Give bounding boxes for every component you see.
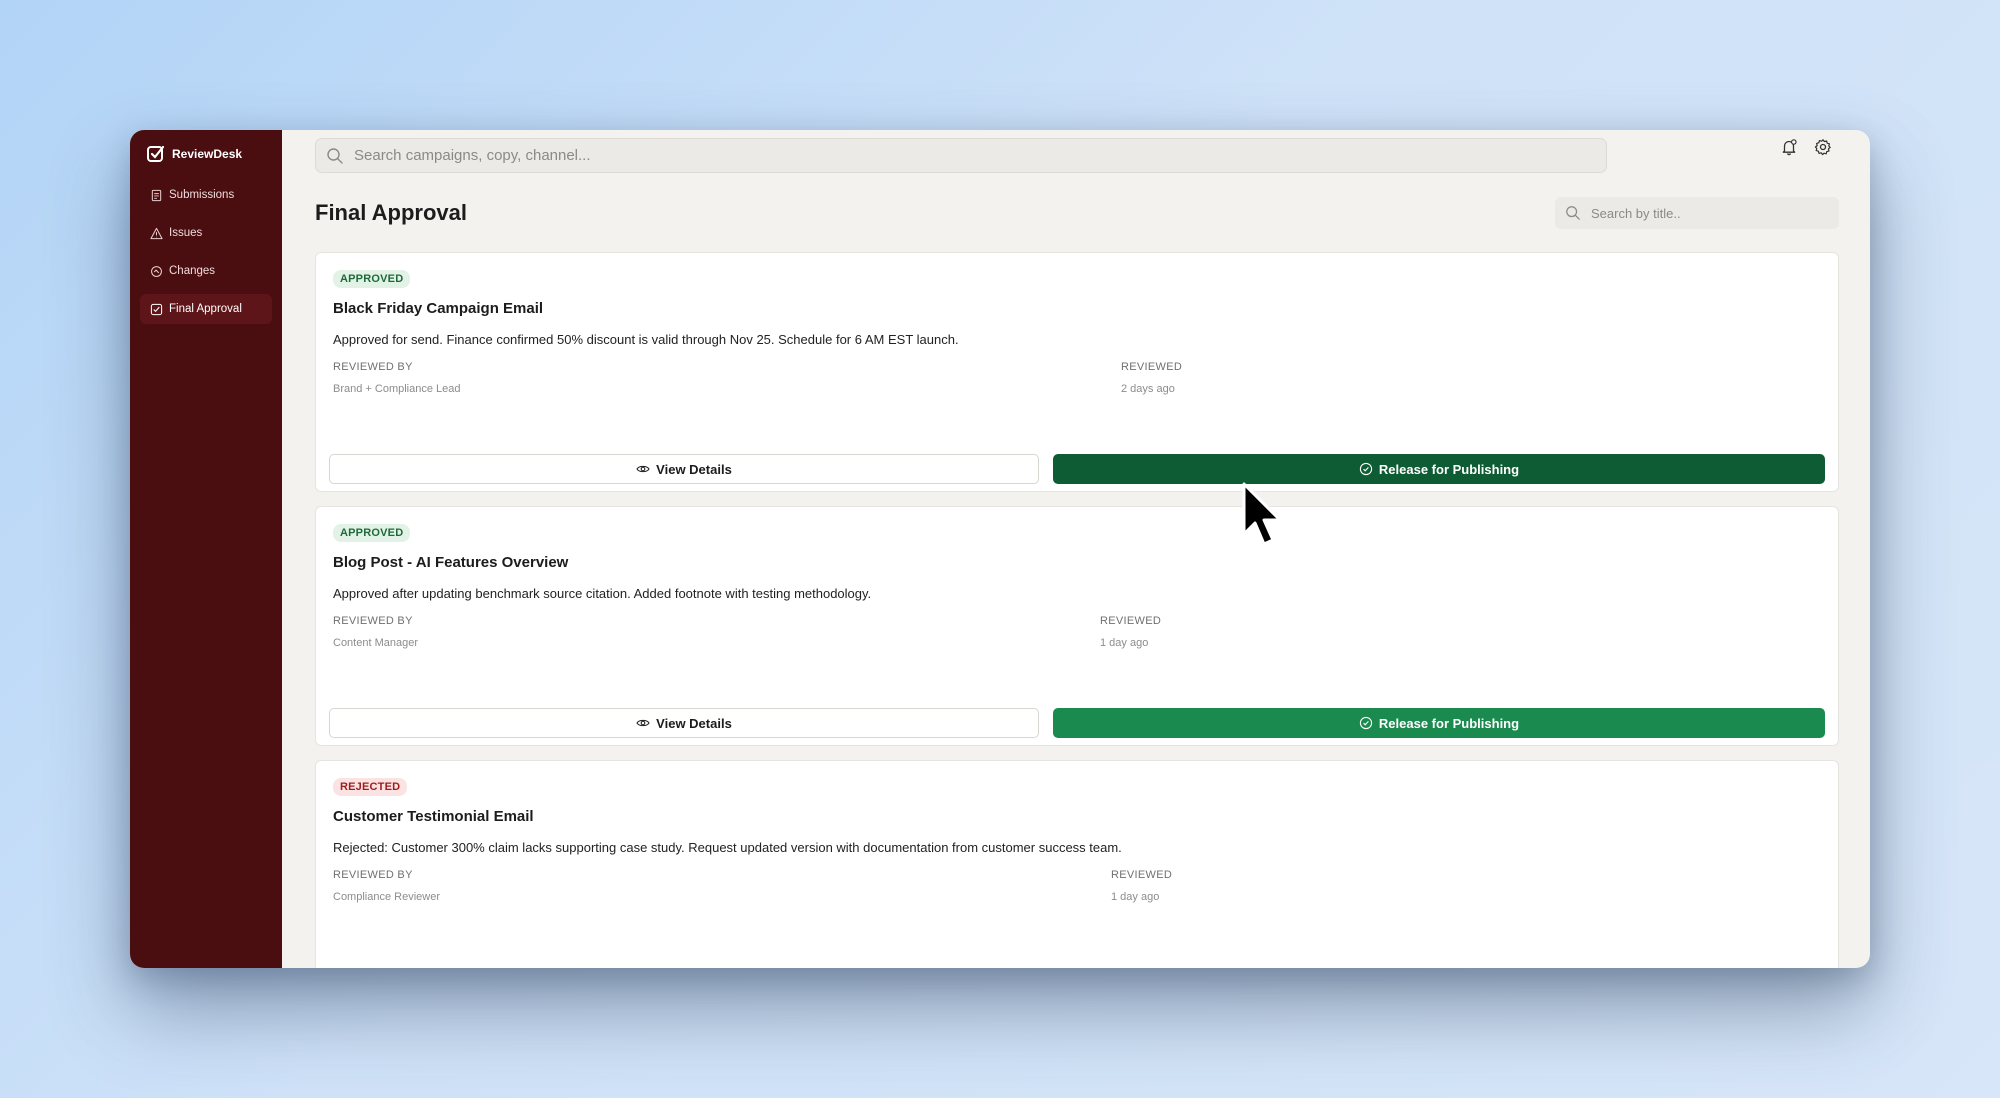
card-description: Rejected: Customer 300% claim lacks supp… [333,840,1122,855]
page-title: Final Approval [315,200,467,225]
reviewed-by-value: Content Manager [333,637,418,649]
search-input[interactable]: Search campaigns, copy, channel... [315,138,1607,173]
sidebar-item-final-approval[interactable]: Final Approval [140,294,272,324]
clipboard-icon [151,189,162,201]
reviewed-time: REVIEWED 2 days ago [1121,361,1182,395]
main-content: Search campaigns, copy, channel... Final… [282,130,1870,968]
notification-bell-icon[interactable] [1780,138,1798,156]
search-icon [1566,206,1580,220]
app-name: ReviewDesk [172,147,243,161]
view-details-button[interactable]: View Details [329,708,1039,738]
approval-card: APPROVED Black Friday Campaign Email App… [315,252,1839,492]
view-details-button[interactable]: View Details [329,454,1039,484]
sidebar-item-label: Issues [169,227,203,239]
warning-icon [150,227,163,239]
reviewed-value: 1 day ago [1100,637,1149,649]
status-badge: REJECTED [333,778,408,796]
eye-icon [636,465,650,473]
gear-icon[interactable] [1814,138,1832,156]
card-actions: View Details Release for Publishing [329,708,1825,738]
card-meta: REVIEWED BY Brand + Compliance Lead REVI… [333,361,1821,401]
app-window: ReviewDesk Submissions Issues Changes Fi… [130,130,1870,968]
reviewed-by-label: REVIEWED BY [333,361,413,373]
reviewed-time: REVIEWED 1 day ago [1111,869,1172,903]
topbar: Search campaigns, copy, channel... [315,138,1860,173]
sidebar-item-issues[interactable]: Issues [140,218,272,248]
reviewed-by-value: Brand + Compliance Lead [333,383,461,395]
sidebar-item-label: Changes [169,265,216,277]
search-placeholder: Search campaigns, copy, channel... [354,147,591,164]
reviewed-label: REVIEWED [1121,361,1183,373]
reviewed-by: REVIEWED BY Brand + Compliance Lead [333,361,461,395]
sidebar-item-label: Submissions [169,189,235,201]
logo-icon [147,145,165,162]
approval-card: APPROVED Blog Post - AI Features Overvie… [315,506,1839,746]
mouse-cursor-icon [1242,482,1282,546]
card-description: Approved after updating benchmark source… [333,586,872,601]
search-icon [327,147,343,164]
reviewed-by-label: REVIEWED BY [333,615,413,627]
title-search-placeholder: Search by title.. [1591,205,1681,221]
check-circle-icon [1359,716,1373,730]
status-badge: APPROVED [333,270,411,288]
sidebar-item-changes[interactable]: Changes [140,256,272,286]
reviewed-by: REVIEWED BY Compliance Reviewer [333,869,440,903]
brand[interactable]: ReviewDesk [140,142,272,180]
approval-card: REJECTED Customer Testimonial Email Reje… [315,760,1839,968]
card-title: Black Friday Campaign Email [333,300,544,317]
release-label: Release for Publishing [1378,715,1520,731]
card-actions: View Details Release for Publishing [329,454,1825,484]
sidebar-item-submissions[interactable]: Submissions [140,180,272,210]
check-square-icon [150,303,163,315]
reviewed-value: 2 days ago [1121,383,1175,395]
release-label: Release for Publishing [1378,461,1520,477]
check-circle-icon [1359,462,1373,476]
reviewed-by-label: REVIEWED BY [333,869,413,881]
reviewed-value: 1 day ago [1111,891,1160,903]
reviewed-by-value: Compliance Reviewer [333,891,440,903]
reviewed-label: REVIEWED [1100,615,1162,627]
sidebar: ReviewDesk Submissions Issues Changes Fi… [130,130,282,968]
status-badge: APPROVED [333,524,411,542]
card-title: Customer Testimonial Email [333,808,534,825]
reviewed-by: REVIEWED BY Content Manager [333,615,418,649]
view-details-label: View Details [656,461,732,477]
card-title: Blog Post - AI Features Overview [333,554,569,571]
card-description: Approved for send. Finance confirmed 50%… [333,332,959,347]
top-icons [1780,138,1832,156]
reviewed-time: REVIEWED 1 day ago [1100,615,1161,649]
release-for-publishing-button[interactable]: Release for Publishing [1053,454,1825,484]
reviewed-label: REVIEWED [1111,869,1173,881]
eye-icon [636,719,650,727]
title-search-input[interactable]: Search by title.. [1555,197,1839,229]
sidebar-item-label: Final Approval [169,303,242,315]
changes-icon [151,265,162,277]
view-details-label: View Details [656,715,732,731]
card-meta: REVIEWED BY Content Manager REVIEWED 1 d… [333,615,1821,655]
card-meta: REVIEWED BY Compliance Reviewer REVIEWED… [333,869,1821,909]
release-for-publishing-button[interactable]: Release for Publishing [1053,708,1825,738]
